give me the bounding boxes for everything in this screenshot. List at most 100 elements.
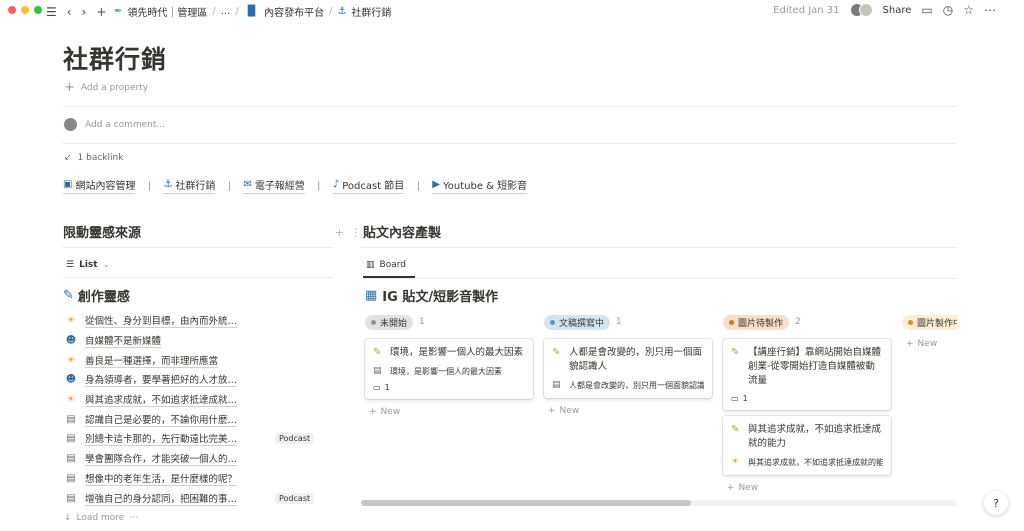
list-item[interactable]: ▤ 增強自己的身分認同，把困難的事… Podcast	[64, 488, 326, 508]
page-icon: ▤	[552, 380, 561, 390]
status-badge[interactable]: 文稿撰寫中	[544, 314, 611, 330]
card-relation[interactable]: 與其追求成就，不如追求抵達成就的能力	[748, 457, 883, 468]
card-relation[interactable]: 人都是會改變的，別只用一個面貌認識人	[569, 380, 704, 391]
group-count: 2	[795, 317, 801, 327]
history-clock-icon[interactable]: ◷	[943, 3, 953, 17]
page-icon: ▤	[66, 492, 76, 504]
forward-arrow-icon[interactable]: ›	[82, 3, 87, 21]
monitor-icon: ▣	[63, 179, 73, 190]
breadcrumb-item[interactable]: 內容發布平台	[264, 4, 324, 19]
board-view-tab[interactable]: ▥ Board	[366, 260, 406, 270]
pencil-icon: ✎	[63, 288, 74, 303]
anchor-icon: ⚓	[337, 6, 347, 17]
link-youtube[interactable]: ▶ Youtube & 短影音	[432, 177, 528, 194]
list-item[interactable]: ☻ 自媒體不是新媒體	[64, 331, 326, 351]
list-item[interactable]: ☀ 善良是一種選擇，而非理所應當	[64, 350, 326, 370]
scrollbar-thumb[interactable]	[361, 500, 691, 506]
favorite-star-icon[interactable]: ☆	[963, 3, 974, 17]
list-item[interactable]: ☀ 從個性、身分到目標，由內而外統…	[64, 311, 326, 331]
email-icon: ✉	[243, 179, 252, 190]
sun-icon: ☀	[731, 457, 740, 467]
plus-icon: +	[906, 339, 914, 349]
group-count: 1	[419, 317, 425, 327]
list-item[interactable]: ▤ 認識自己是必要的，不論你用什麼…	[64, 409, 326, 429]
status-dot	[371, 319, 376, 325]
breadcrumb-ellipsis[interactable]: ...	[221, 6, 231, 17]
help-button[interactable]: ?	[984, 491, 1008, 515]
breadcrumb-item[interactable]: 領先時代｜管理區	[127, 4, 207, 19]
maximize-window-button[interactable]	[34, 6, 42, 14]
link-social-marketing[interactable]: ⚓ 社群行銷	[163, 177, 216, 194]
status-badge[interactable]: 圖片製作中	[902, 314, 957, 330]
list-item[interactable]: ☀ 與其追求成就，不如追求抵達成就…	[64, 390, 326, 410]
board-group-image-pending: 圖片待製作 2 ✎ 【講座行銷】靠網站開始自媒體創業-從零開始打造自媒體被動流量 …	[723, 308, 891, 493]
comment-icon[interactable]: ▭	[921, 3, 932, 17]
board-card[interactable]: ✎ 與其追求成就，不如追求抵達成就的能力 ☀ 與其追求成就，不如追求抵達成就的能力	[723, 416, 891, 475]
load-more-button[interactable]: ↓ Load more ⋯	[64, 513, 138, 523]
share-button[interactable]: Share	[883, 5, 912, 16]
card-title: 【講座行銷】靠網站開始自媒體創業-從零開始打造自媒體被動流量	[748, 347, 882, 386]
add-property-button[interactable]: + Add a property	[64, 80, 148, 95]
list-item[interactable]: ▤ 想像中的老年生活，是什麼樣的呢？	[64, 469, 326, 489]
comment-count: 1	[384, 383, 390, 392]
list-database-title[interactable]: ✎ 創作靈感	[63, 286, 130, 305]
feather-icon: ✒	[114, 6, 123, 17]
more-options-icon[interactable]: ⋯	[984, 3, 996, 17]
divider	[63, 106, 956, 107]
page-links-row: ▣ 網站內容管理 ｜ ⚓ 社群行銷 ｜ ✉ 電子報經營 ｜ ♪ Podcast 節目 ｜…	[63, 177, 528, 194]
add-block-plus-icon[interactable]: +	[335, 226, 344, 239]
list-item[interactable]: ▤ 別總卡這卡那的，先行動遠比完美… Podcast	[64, 429, 326, 449]
speech-icon: ☻	[65, 374, 77, 386]
board-card[interactable]: ✎ 人都是會改變的，別只用一個面貌認識人 ▤ 人都是會改變的，別只用一個面貌認識人	[544, 339, 712, 398]
back-arrow-icon[interactable]: ‹	[67, 3, 72, 21]
new-page-plus-icon[interactable]: +	[96, 3, 106, 21]
new-card-button[interactable]: + New	[544, 406, 712, 416]
list-icon: ☰	[66, 260, 75, 270]
memo-icon: ✎	[552, 347, 561, 358]
comment-count: 1	[742, 394, 748, 403]
status-badge[interactable]: 未開始	[365, 314, 414, 330]
minimize-window-button[interactable]	[21, 6, 29, 14]
card-relation[interactable]: 環境，是影響一個人的最大因素	[390, 366, 502, 377]
link-newsletter[interactable]: ✉ 電子報經營	[243, 177, 305, 194]
board-card[interactable]: ✎ 【講座行銷】靠網站開始自媒體創業-從零開始打造自媒體被動流量 ▭ 1	[723, 339, 891, 410]
list-view-tab[interactable]: ☰ List ⌄	[66, 260, 110, 270]
add-comment-field[interactable]: Add a comment...	[64, 118, 165, 131]
page-title[interactable]: 社群行銷	[63, 40, 167, 76]
list-item[interactable]: ☻ 身為領導者，要學著把好的人才放…	[64, 370, 326, 390]
backlink-toggle[interactable]: ↙ 1 backlink	[64, 153, 123, 163]
sidebar-menu-icon[interactable]: ☰	[46, 3, 57, 21]
anchor-icon: ⚓	[163, 179, 173, 190]
link-website-content[interactable]: ▣ 網站內容管理	[63, 177, 136, 194]
breadcrumb-item[interactable]: 社群行銷	[351, 4, 391, 19]
card-title: 環境，是影響一個人的最大因素	[390, 347, 524, 358]
board-group-image-in-progress: 圖片製作中 +New	[902, 308, 957, 349]
board-horizontal-scrollbar[interactable]	[361, 500, 957, 506]
new-card-button[interactable]: + New	[902, 339, 957, 349]
new-card-button[interactable]: + New	[723, 483, 891, 493]
status-badge[interactable]: 圖片待製作	[723, 314, 790, 330]
memo-icon: ✎	[373, 347, 382, 358]
sun-icon: ☀	[66, 394, 76, 406]
board-group-drafting: 文稿撰寫中 1 ✎ 人都是會改變的，別只用一個面貌認識人 ▤ 人都是會改變的，別只用…	[544, 308, 712, 416]
backlink-arrow-icon: ↙	[64, 153, 72, 163]
board-card[interactable]: ✎ 環境，是影響一個人的最大因素 ▤ 環境，是影響一個人的最大因素 ▭ 1	[365, 339, 533, 399]
divider	[361, 247, 957, 248]
avatar-group[interactable]	[849, 3, 873, 17]
comment-icon: ▭	[373, 383, 381, 392]
more-dots-icon: ⋯	[129, 513, 139, 523]
sun-icon: ☀	[66, 354, 76, 366]
list-item[interactable]: ▤ 學會團隊合作，才能突破一個人的…	[64, 449, 326, 469]
close-window-button[interactable]	[8, 6, 16, 14]
plus-icon: +	[369, 407, 377, 417]
link-podcast[interactable]: ♪ Podcast 節目	[332, 177, 405, 194]
top-bar: ☰ ‹ › + ✒ 領先時代｜管理區 / ... / ▐▌ 內容發布平台 / ⚓…	[0, 0, 1024, 24]
divider	[63, 277, 333, 278]
board-database-title[interactable]: ▦ IG 貼文/短影音製作	[365, 286, 498, 305]
divider	[63, 247, 333, 248]
new-card-button[interactable]: + New	[365, 407, 533, 417]
divider	[361, 278, 957, 279]
video-icon: ▦	[365, 288, 378, 303]
page-icon: ▤	[66, 413, 76, 425]
plus-icon: +	[64, 80, 75, 95]
